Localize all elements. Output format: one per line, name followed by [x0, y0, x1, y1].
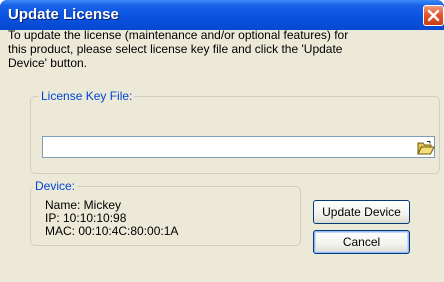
instructions-line: this product, please select license key … [8, 42, 343, 56]
close-icon [427, 9, 440, 22]
instructions-text: To update the license (maintenance and/o… [8, 28, 420, 70]
instructions-line: To update the license (maintenance and/o… [8, 28, 349, 42]
license-key-group: License Key File: [30, 89, 440, 174]
window-title: Update License [8, 6, 119, 23]
update-device-button[interactable]: Update Device [313, 200, 410, 224]
open-folder-icon [417, 141, 435, 155]
instructions-line: Device' button. [8, 56, 88, 70]
title-bar[interactable]: Update License [0, 0, 444, 30]
device-info: Name: Mickey IP: 10:10:10:98 MAC: 00:10:… [45, 199, 178, 238]
license-key-legend: License Key File: [39, 89, 135, 103]
license-key-file-input[interactable] [42, 136, 435, 158]
cancel-button[interactable]: Cancel [313, 230, 410, 254]
device-mac: MAC: 00:10:4C:80:00:1A [45, 224, 179, 238]
device-legend: Device: [33, 179, 78, 193]
device-group: Device: Name: Mickey IP: 10:10:10:98 MAC… [30, 179, 301, 246]
browse-folder-button[interactable] [417, 140, 435, 156]
close-button[interactable] [423, 5, 444, 26]
